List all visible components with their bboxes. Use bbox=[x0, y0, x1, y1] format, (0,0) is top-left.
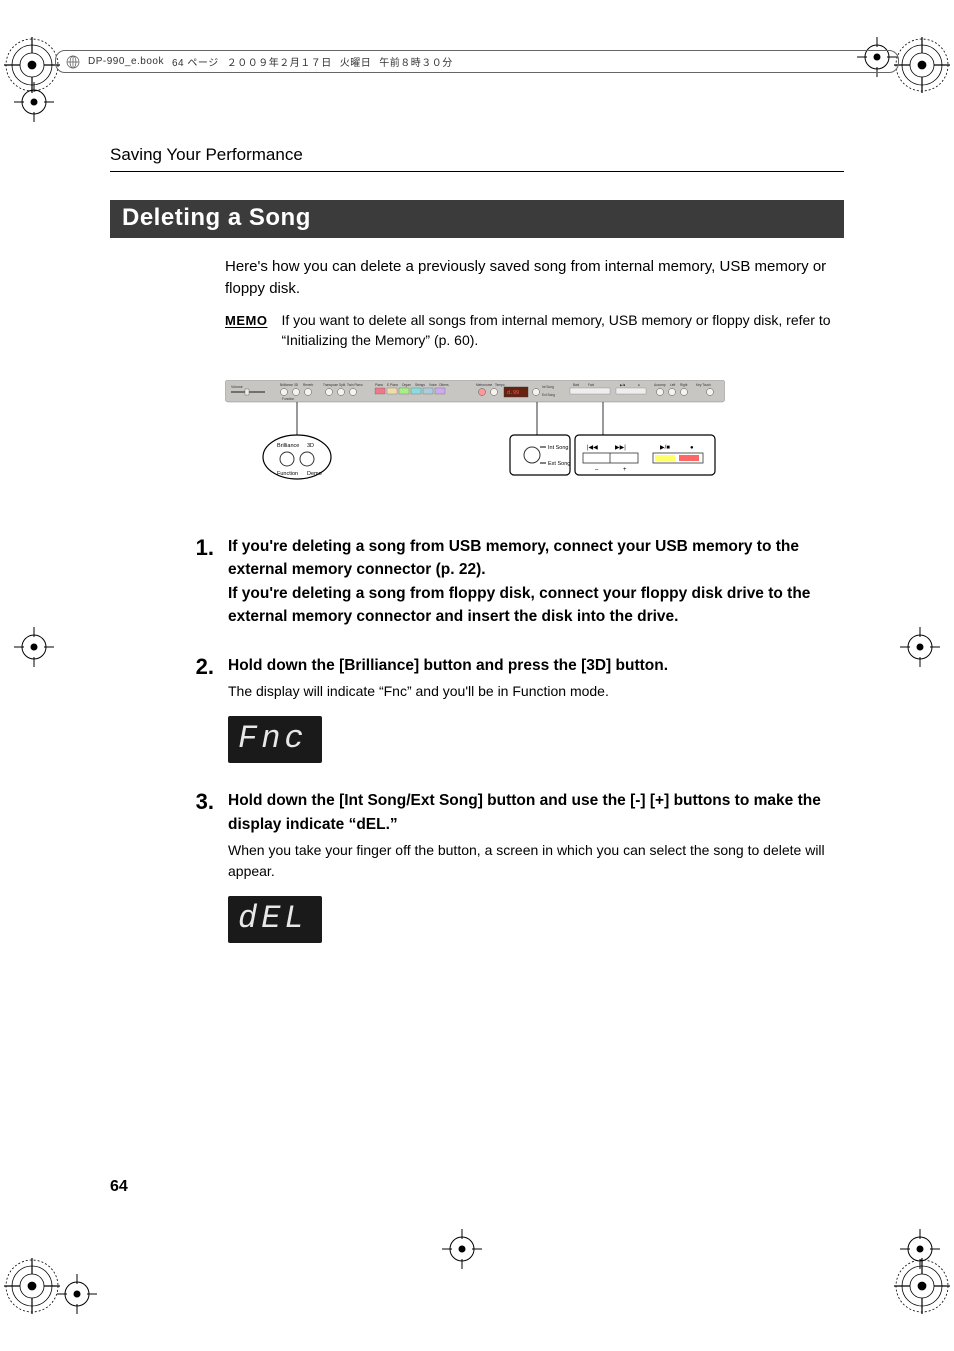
panel-label-epiano: E.Piano bbox=[387, 383, 398, 387]
section-title: Deleting a Song bbox=[110, 200, 844, 238]
callout-playstop-icon: ▶/■ bbox=[660, 445, 670, 451]
panel-label-split: Split bbox=[339, 383, 345, 387]
crop-mark-icon bbox=[2, 35, 62, 95]
page-number: 64 bbox=[110, 1178, 128, 1196]
panel-label-keytouch: Key Touch bbox=[696, 383, 711, 387]
intro-paragraph: Here's how you can delete a previously s… bbox=[225, 256, 844, 300]
callout-function: Function bbox=[277, 471, 298, 477]
panel-label-voice: Voice bbox=[429, 383, 437, 387]
chapter-heading: Saving Your Performance bbox=[110, 145, 844, 172]
panel-label-int-song: Int Song bbox=[542, 385, 554, 389]
step-3: 3 Hold down the [Int Song/Ext Song] butt… bbox=[190, 789, 844, 943]
panel-label-left: Left bbox=[670, 383, 675, 387]
step-subtext: The display will indicate “Fnc” and you'… bbox=[228, 681, 844, 702]
step-heading: Hold down the [Int Song/Ext Song] button… bbox=[228, 789, 844, 836]
step-number: 2 bbox=[190, 654, 214, 763]
header-date: ２００９年２月１７日 bbox=[227, 54, 332, 69]
panel-label-fwd: Fwd bbox=[588, 383, 594, 387]
header-filename: DP-990_e.book bbox=[88, 56, 164, 67]
panel-label-others: Others bbox=[439, 383, 449, 387]
panel-label-twin: Twin Piano bbox=[347, 383, 363, 387]
callout-fwd-icon: ▶▶| bbox=[615, 445, 626, 451]
panel-label-reverb: Reverb bbox=[303, 383, 314, 387]
crop-mark-icon bbox=[892, 35, 952, 95]
callout-bwd-icon: |◀◀ bbox=[587, 445, 598, 451]
lcd-display: Fnc bbox=[228, 716, 322, 763]
step-number: 1 bbox=[190, 535, 214, 628]
panel-label-metronome: Metronome bbox=[476, 383, 492, 387]
panel-label-accomp: Accomp bbox=[654, 383, 666, 387]
step-heading: Hold down the [Brilliance] button and pr… bbox=[228, 654, 844, 677]
header-page: 64 ページ bbox=[172, 54, 219, 69]
crop-mark-icon bbox=[898, 1227, 942, 1271]
callout-rec-icon: ● bbox=[690, 445, 694, 451]
crop-mark-icon bbox=[2, 1256, 62, 1316]
callout-plus: + bbox=[623, 467, 627, 473]
panel-label-bwd: Bwd bbox=[573, 383, 579, 387]
step-number: 3 bbox=[190, 789, 214, 943]
panel-label-volume: Volume bbox=[231, 385, 243, 389]
panel-label-tempo: Tempo bbox=[495, 383, 505, 387]
memo-badge: MEMO bbox=[225, 310, 267, 331]
panel-label-piano: Piano bbox=[375, 383, 383, 387]
header-time: 午前８時３０分 bbox=[379, 54, 453, 69]
lcd-display: dEL bbox=[228, 896, 322, 943]
crop-mark-icon bbox=[12, 80, 56, 124]
panel-label-transpose: Transpose bbox=[323, 383, 338, 387]
callout-brilliance: Brilliance bbox=[277, 443, 299, 449]
globe-icon bbox=[66, 55, 80, 69]
panel-display: d.99 bbox=[507, 390, 519, 396]
callout-demo: Demo bbox=[307, 471, 322, 477]
panel-label-rec: ● bbox=[638, 383, 640, 387]
panel-label-brilliance: Brilliance bbox=[280, 383, 293, 387]
step-1: 1 If you're deleting a song from USB mem… bbox=[190, 535, 844, 628]
callout-ext-song: Ext Song bbox=[548, 461, 570, 467]
panel-label-function: Function bbox=[282, 397, 294, 401]
header-weekday: 火曜日 bbox=[340, 54, 372, 69]
crop-mark-icon bbox=[12, 625, 56, 669]
step-heading: If you're deleting a song from USB memor… bbox=[228, 535, 844, 628]
step-subtext: When you take your finger off the button… bbox=[228, 840, 844, 882]
crop-mark-icon bbox=[898, 625, 942, 669]
crop-mark-icon bbox=[892, 1256, 952, 1316]
panel-label-ext-song: Ext Song bbox=[542, 393, 555, 397]
panel-label-3d: 3D bbox=[294, 383, 299, 387]
framemaker-header: DP-990_e.book 64 ページ ２００９年２月１７日 火曜日 午前８時… bbox=[55, 50, 899, 73]
crop-mark-icon bbox=[440, 1227, 484, 1271]
callout-3d: 3D bbox=[307, 443, 314, 449]
crop-mark-icon bbox=[55, 1272, 99, 1316]
step-2: 2 Hold down the [Brilliance] button and … bbox=[190, 654, 844, 763]
panel-label-organ: Organ bbox=[402, 383, 411, 387]
memo-text: If you want to delete all songs from int… bbox=[281, 310, 844, 351]
panel-label-right: Right bbox=[680, 383, 688, 387]
panel-label-strings: Strings bbox=[415, 383, 425, 387]
panel-label-playstop: ▶/■ bbox=[620, 383, 625, 387]
front-panel-figure: Volume Brilliance 3D Reverb Function Tra… bbox=[225, 380, 725, 495]
callout-int-song: Int Song bbox=[548, 445, 569, 451]
